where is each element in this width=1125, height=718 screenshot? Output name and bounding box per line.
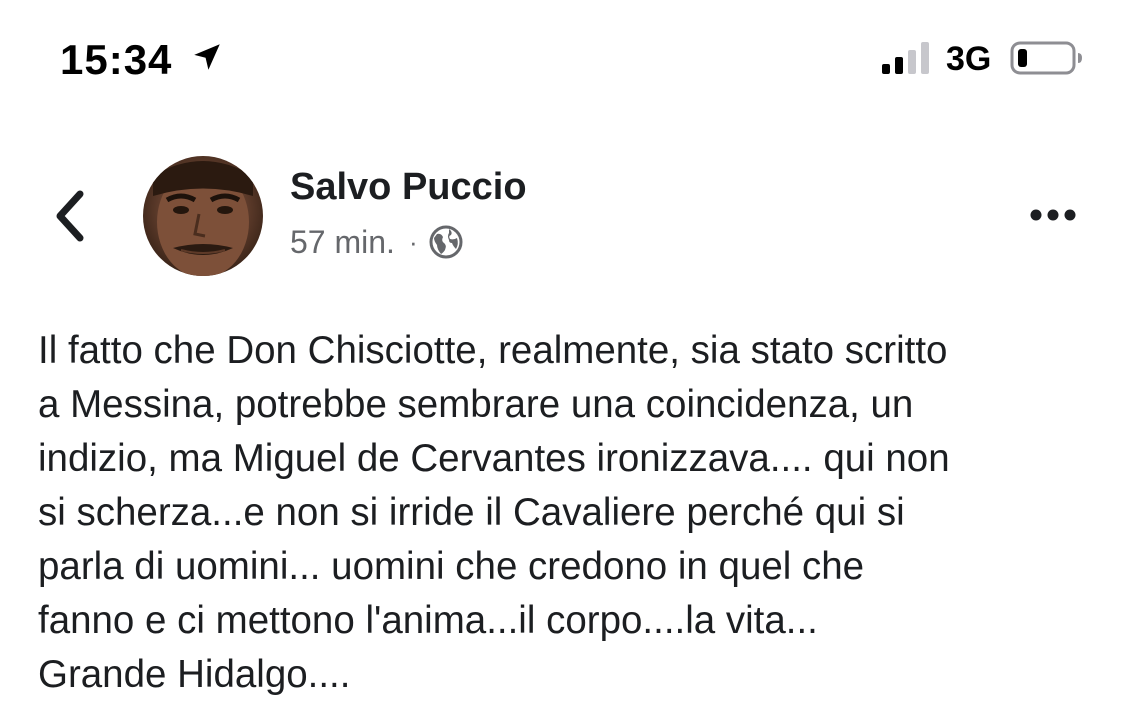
signal-icon xyxy=(882,42,929,74)
meta-separator: · xyxy=(408,226,418,257)
battery-icon xyxy=(1010,41,1082,75)
author-avatar[interactable] xyxy=(143,156,263,276)
post-text-line: si scherza...e non si irride il Cavalier… xyxy=(38,491,905,534)
more-options-icon[interactable] xyxy=(1028,204,1078,226)
location-arrow-icon xyxy=(194,44,220,70)
avatar-photo xyxy=(153,161,253,276)
globe-icon xyxy=(429,225,463,259)
back-chevron-icon[interactable] xyxy=(48,188,92,244)
post-meta: 57 min. · xyxy=(290,222,464,262)
post-text-line: Il fatto che Don Chisciotte, realmente, … xyxy=(38,329,948,372)
post-text-line: fanno e ci mettono l'anima...il corpo...… xyxy=(38,599,818,642)
post-text-line: Grande Hidalgo.... xyxy=(38,653,351,696)
status-bar: 15:34 3G xyxy=(0,0,1125,110)
post-text-line: parla di uomini... uomini che credono in… xyxy=(38,545,865,588)
network-type: 3G xyxy=(946,40,992,78)
post-text-line: a Messina, potrebbe sembrare una coincid… xyxy=(38,383,914,426)
status-time: 15:34 xyxy=(60,36,173,83)
author-name[interactable]: Salvo Puccio xyxy=(290,166,527,209)
post-timestamp[interactable]: 57 min. xyxy=(290,224,395,261)
post-text-line: indizio, ma Miguel de Cervantes ironizza… xyxy=(38,437,950,480)
post-text: Il fatto che Don Chisciotte, realmente, … xyxy=(38,324,1098,702)
